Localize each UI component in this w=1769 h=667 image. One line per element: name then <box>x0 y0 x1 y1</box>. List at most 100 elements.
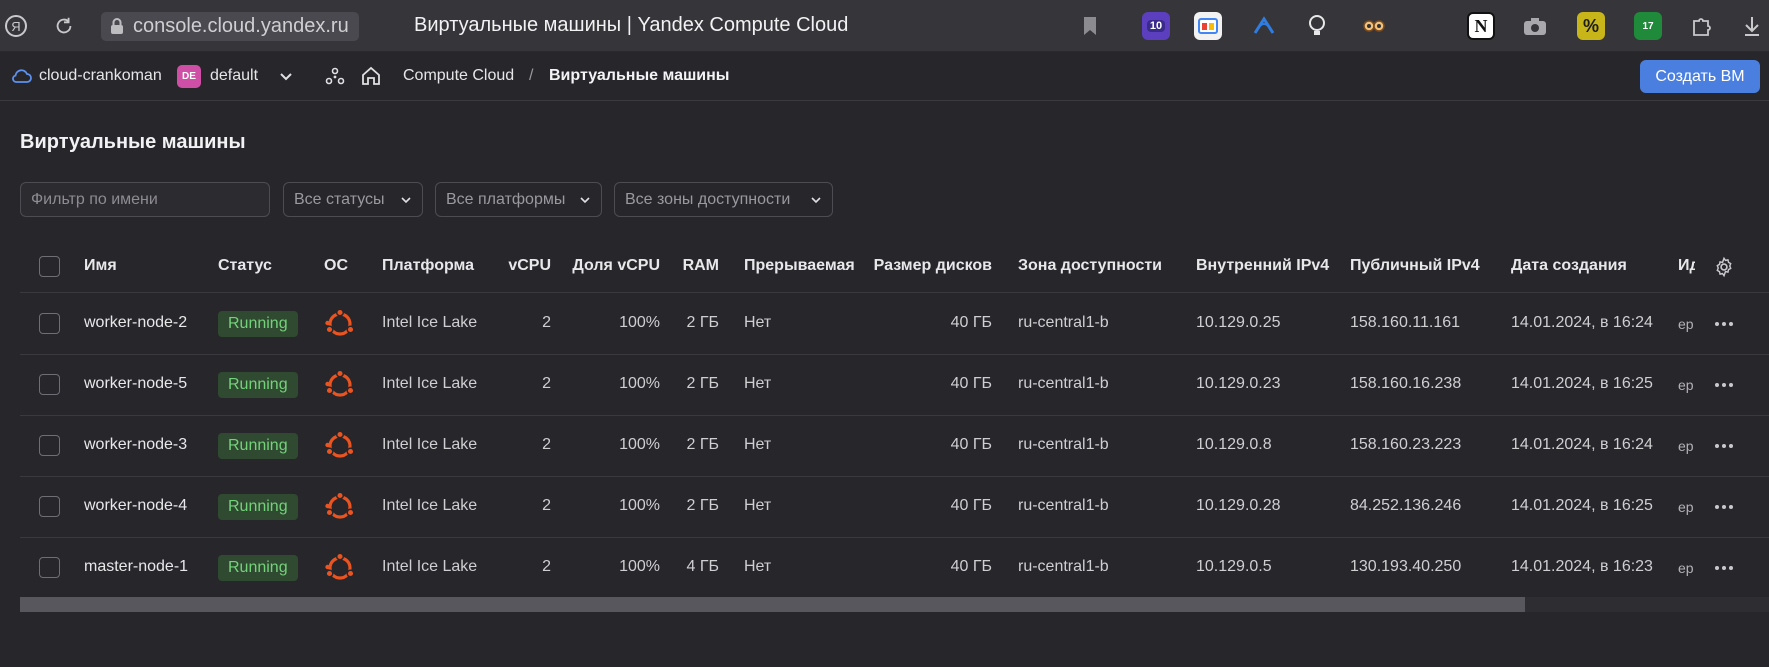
bookmark-icon[interactable] <box>1076 12 1104 40</box>
column-header-status[interactable]: Статус <box>218 257 272 275</box>
vm-name-link[interactable]: worker-node-5 <box>84 375 187 393</box>
zone-filter-select[interactable]: Все зоны доступности <box>614 182 833 217</box>
zone-cell: ru-central1-b <box>1018 313 1109 331</box>
zone-cell: ru-central1-b <box>1018 435 1109 453</box>
more-actions-icon[interactable] <box>1712 556 1736 580</box>
vm-name-link[interactable]: worker-node-2 <box>84 314 187 332</box>
row-divider <box>20 537 1769 538</box>
platform-cell: Intel Ice Lake <box>382 496 478 514</box>
gear-icon[interactable] <box>1713 256 1735 278</box>
public-ip-cell: 84.252.136.246 <box>1350 496 1462 514</box>
extension-1-icon[interactable]: 10 <box>1142 12 1170 40</box>
status-badge: Running <box>218 432 298 459</box>
platform-filter-select[interactable]: Все платформы <box>435 182 602 217</box>
vm-name-link[interactable]: master-node-1 <box>84 558 188 576</box>
breadcrumb-separator: / <box>529 67 534 84</box>
status-filter-label: Все статусы <box>294 190 385 208</box>
disk-size-cell: 40 ГБ <box>950 313 992 331</box>
vm-name-link[interactable]: worker-node-4 <box>84 497 187 515</box>
chevron-down-icon <box>401 196 411 203</box>
name-filter-input[interactable] <box>20 182 270 217</box>
home-icon[interactable] <box>360 66 382 86</box>
svg-text:Я: Я <box>11 19 20 34</box>
zone-filter-label: Все зоны доступности <box>625 190 791 208</box>
notion-icon[interactable]: N <box>1467 12 1495 40</box>
download-icon[interactable] <box>1738 12 1766 40</box>
row-divider <box>20 476 1769 477</box>
select-all-checkbox[interactable] <box>39 256 60 277</box>
chevron-down-icon <box>580 196 590 203</box>
created-cell: 14.01.2024, в 16:23 <box>1511 557 1653 575</box>
reload-icon[interactable] <box>50 12 78 40</box>
more-actions-icon[interactable] <box>1712 495 1736 519</box>
public-ip-cell: 158.160.23.223 <box>1350 435 1462 453</box>
column-header-os[interactable]: ОС <box>324 257 348 275</box>
extension-badge-17-icon[interactable]: 17 <box>1634 12 1662 40</box>
row-checkbox[interactable] <box>39 312 60 334</box>
more-actions-icon[interactable] <box>1712 312 1736 336</box>
preemptible-cell: Нет <box>744 496 772 514</box>
column-header-disk-size[interactable]: Размер дисков <box>870 257 992 275</box>
row-divider <box>20 415 1769 416</box>
extension-2-icon[interactable] <box>1194 12 1222 40</box>
ubuntu-icon <box>325 307 355 336</box>
yandex-browser-logo-icon[interactable]: Я <box>2 12 30 40</box>
row-checkbox[interactable] <box>39 373 60 395</box>
column-header-ram[interactable]: RAM <box>675 257 719 275</box>
created-cell: 14.01.2024, в 16:24 <box>1511 313 1653 331</box>
column-header-id[interactable]: Ид <box>1678 257 1695 275</box>
column-header-vcpu-share[interactable]: Доля vCPU <box>568 257 660 275</box>
row-checkbox[interactable] <box>39 434 60 456</box>
ram-cell: 2 ГБ <box>686 496 719 514</box>
zone-cell: ru-central1-b <box>1018 557 1109 575</box>
column-header-internal-ip[interactable]: Внутренний IPv4 <box>1196 257 1329 275</box>
column-header-public-ip[interactable]: Публичный IPv4 <box>1350 257 1480 275</box>
vcpu-share-cell: 100% <box>619 435 660 453</box>
vcpu-share-cell: 100% <box>619 557 660 575</box>
lock-icon <box>111 18 123 34</box>
column-header-preemptible[interactable]: Прерываемая <box>744 257 855 275</box>
ubuntu-icon <box>325 490 355 519</box>
ram-cell: 2 ГБ <box>686 374 719 392</box>
address-bar[interactable]: console.cloud.yandex.ru <box>101 12 359 41</box>
column-header-vcpu[interactable]: vCPU <box>500 257 551 275</box>
lightbulb-icon[interactable] <box>1303 12 1331 40</box>
breadcrumb-compute-cloud[interactable]: Compute Cloud <box>403 67 514 85</box>
services-icon[interactable] <box>325 67 345 87</box>
create-vm-button[interactable]: Создать ВМ <box>1640 60 1760 93</box>
vm-name-link[interactable]: worker-node-3 <box>84 436 187 454</box>
disk-size-cell: 40 ГБ <box>950 435 992 453</box>
column-header-platform[interactable]: Платформа <box>382 257 474 275</box>
more-actions-icon[interactable] <box>1712 373 1736 397</box>
platform-cell: Intel Ice Lake <box>382 374 478 392</box>
url-text: console.cloud.yandex.ru <box>133 15 349 37</box>
cloud-selector[interactable]: cloud-crankoman <box>39 67 162 85</box>
chevron-down-icon[interactable] <box>279 71 293 83</box>
row-checkbox[interactable] <box>39 556 60 578</box>
row-checkbox[interactable] <box>39 495 60 517</box>
puzzle-icon[interactable] <box>1688 12 1716 40</box>
disk-size-cell: 40 ГБ <box>950 374 992 392</box>
column-header-name[interactable]: Имя <box>84 257 117 275</box>
extension-3-icon[interactable] <box>1250 12 1278 40</box>
preemptible-cell: Нет <box>744 435 772 453</box>
platform-cell: Intel Ice Lake <box>382 557 478 575</box>
scrollbar-thumb[interactable] <box>20 597 1525 612</box>
id-cell: ep <box>1678 376 1694 393</box>
column-header-zone[interactable]: Зона доступности <box>1018 257 1162 275</box>
breadcrumb-current: Виртуальные машины <box>549 67 730 84</box>
vcpu-share-cell: 100% <box>619 313 660 331</box>
disk-size-cell: 40 ГБ <box>950 557 992 575</box>
status-filter-select[interactable]: Все статусы <box>283 182 423 217</box>
public-ip-cell: 130.193.40.250 <box>1350 557 1462 575</box>
more-actions-icon[interactable] <box>1712 434 1736 458</box>
folder-badge: DE <box>177 65 201 88</box>
camera-icon[interactable] <box>1521 12 1549 40</box>
column-header-created[interactable]: Дата создания <box>1511 257 1627 275</box>
percent-extension-icon[interactable]: % <box>1577 12 1605 40</box>
extension-owl-icon[interactable] <box>1360 12 1388 40</box>
ram-cell: 2 ГБ <box>686 435 719 453</box>
preemptible-cell: Нет <box>744 557 772 575</box>
created-cell: 14.01.2024, в 16:24 <box>1511 435 1653 453</box>
folder-selector[interactable]: default <box>210 67 258 85</box>
